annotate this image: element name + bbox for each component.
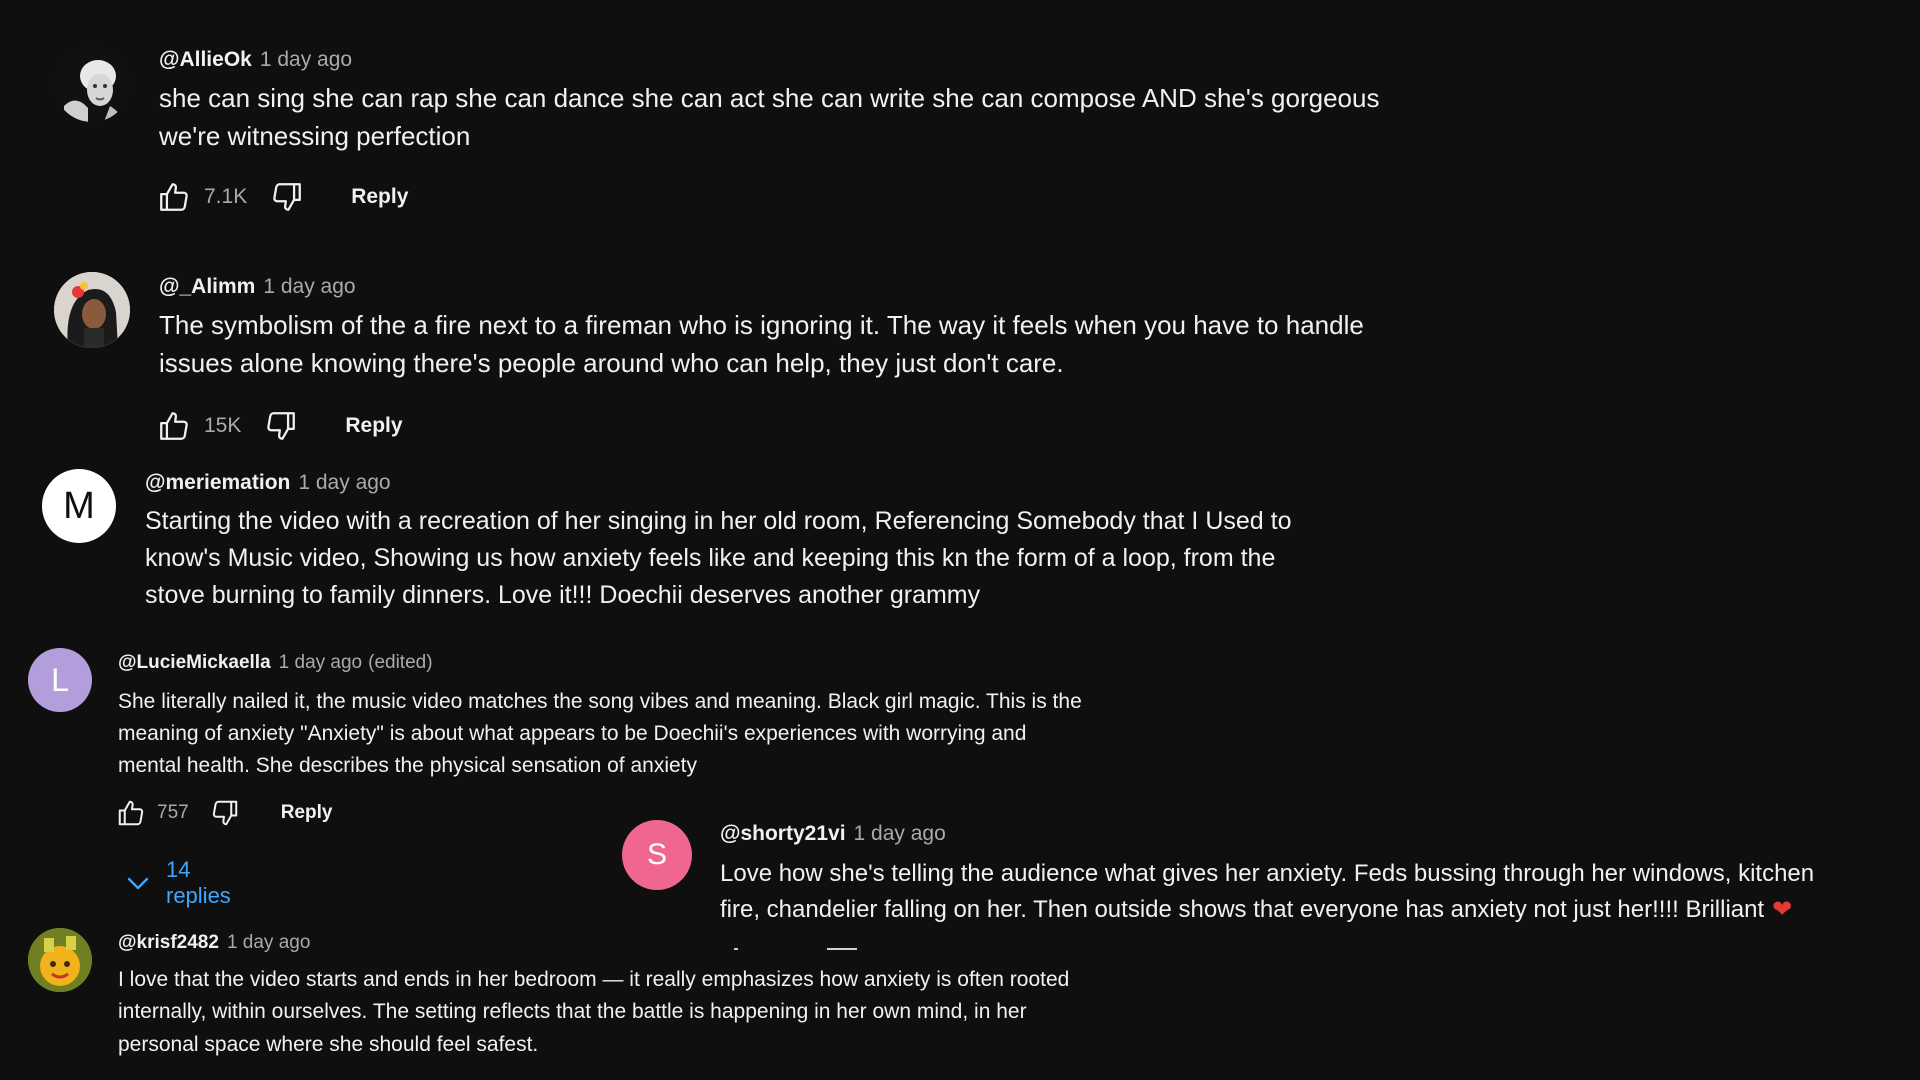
comment-text-line: The symbolism of the a fire next to a fi… [159,310,1364,340]
like-count: 757 [157,802,189,823]
thumbs-down-icon[interactable] [209,798,241,828]
comment-time[interactable]: 1 day ago [298,471,390,494]
reply-button[interactable]: Reply [345,414,402,438]
comment-text-line: stove burning to family dinners. Love it… [145,581,981,609]
avatar[interactable] [54,46,130,122]
edited-label: (edited) [368,652,433,673]
comment-text-line: we're witnessing perfection [159,120,471,151]
portrait-color-icon [54,272,130,348]
comment-text-line: mental health. She describes the physica… [118,753,698,777]
comment-author[interactable]: @krisf2482 [118,932,219,953]
comment-text: She literally nailed it, the music video… [118,686,1268,782]
comment-text-line: personal space where she should feel saf… [118,1032,539,1056]
chevron-down-icon [126,875,150,891]
comments-panel: @AllieOk 1 day ago she can sing she can r… [0,0,1920,1080]
comment-actions: 7.1K Reply [156,180,408,214]
thumbs-down-icon[interactable] [263,409,299,443]
comment-text-line: meaning of anxiety "Anxiety" is about wh… [118,721,1027,745]
heart-icon: ❤ [1772,896,1793,923]
reply-button[interactable]: Reply [281,802,333,824]
comment-time[interactable]: 1 day ago [263,275,355,298]
comment-text-line: she can sing she can rap she can dance s… [159,83,1380,113]
comment-author[interactable]: @meriemation [145,471,290,494]
comment-text: The symbolism of the a fire next to a fi… [159,307,1459,383]
comment-text-line: internally, within ourselves. The settin… [118,1000,1027,1024]
comment-actions: 757 Reply [115,798,332,828]
replies-count-label: 14 replies [166,857,231,908]
avatar[interactable]: S [622,820,692,890]
comment-text-line: She literally nailed it, the music video… [118,690,1082,713]
comment-author[interactable]: @_Alimm [159,275,255,298]
replies-toggle[interactable]: 14 replies [126,857,231,909]
avatar[interactable] [54,272,130,348]
comment-author[interactable]: @AllieOk [159,48,252,71]
portrait-bw-icon [54,46,130,122]
comment-text-line: fire, chandelier falling on her. Then ou… [720,896,1765,923]
comment-text: she can sing she can rap she can dance s… [159,80,1459,156]
thumbs-down-icon[interactable] [269,180,305,214]
comment-time[interactable]: 1 day ago [227,932,310,953]
comment-text: I love that the video starts and ends in… [118,964,1268,1061]
thumbs-up-icon[interactable] [156,180,192,214]
avatar-letter: M [63,484,95,527]
thumbs-up-icon[interactable] [156,409,192,443]
comment-author[interactable]: @LucieMickaella [118,652,271,673]
comment-text-line: issues alone knowing there's people arou… [159,347,1064,378]
comment-text-line: Love how she's telling the audience what… [720,860,1815,887]
reply-button[interactable]: Reply [351,185,408,209]
like-count: 7.1K [204,185,248,208]
comment-text-line: Starting the video with a recreation of … [145,507,1292,535]
comment-text: Love how she's telling the audience what… [720,856,1910,928]
thumbs-up-icon[interactable] [115,798,147,828]
comment-time[interactable]: 1 day ago [854,822,946,845]
cartoon-avatar-icon [28,928,92,992]
avatar[interactable]: M [42,469,116,543]
comment-text-line: I love that the video starts and ends in… [118,968,1070,991]
avatar-letter: L [51,661,69,698]
comment-text: Starting the video with a recreation of … [145,503,1445,614]
comment-actions: 15K Reply [156,409,403,443]
comment-time[interactable]: 1 day ago [260,48,352,71]
avatar[interactable] [28,928,92,992]
comment-author[interactable]: @shorty21vi [720,822,846,845]
comment-time[interactable]: 1 day ago [279,652,362,673]
avatar-letter: S [646,838,667,871]
like-count: 15K [204,414,242,437]
comment-text-line: know's Music video, Showing us how anxie… [145,544,1276,572]
avatar[interactable]: L [28,648,92,712]
